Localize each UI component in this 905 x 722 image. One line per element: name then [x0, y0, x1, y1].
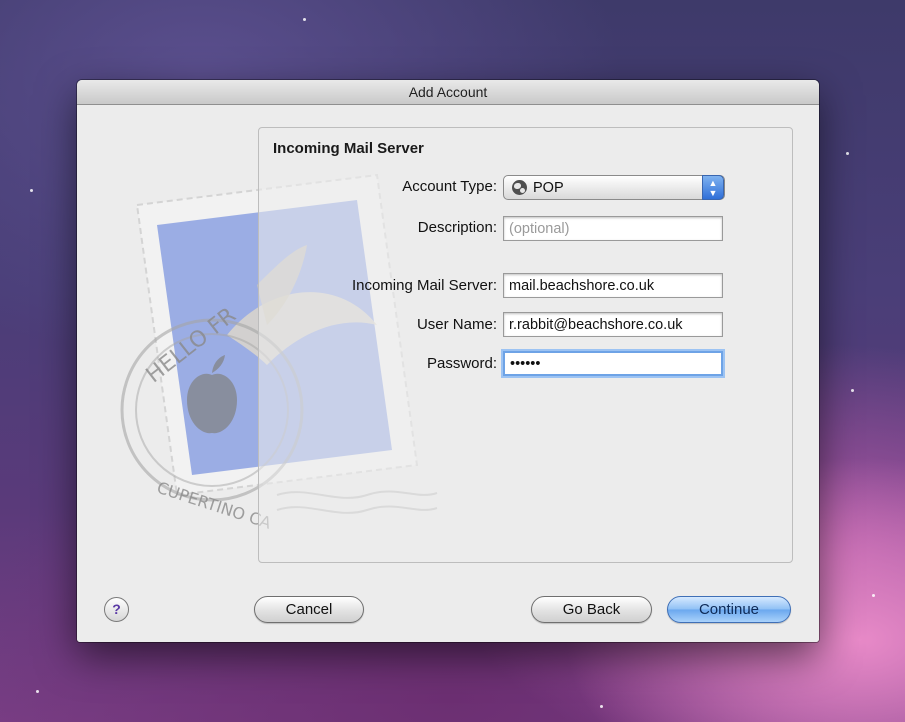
desktop-star	[851, 389, 854, 392]
desktop-star	[846, 152, 849, 155]
add-account-window: Add Account HELLO FR CUPERTINO CA Incomi…	[77, 80, 819, 642]
account-type-value: POP	[533, 179, 564, 196]
password-label: Password:	[426, 355, 497, 372]
account-type-label: Account Type:	[402, 178, 497, 195]
go-back-button[interactable]: Go Back	[531, 596, 652, 623]
incoming-server-label: Incoming Mail Server:	[351, 277, 497, 294]
desktop-star	[303, 18, 306, 21]
account-type-popup[interactable]: POP ▲ ▼	[503, 175, 725, 200]
user-name-field[interactable]	[503, 312, 723, 337]
window-title: Add Account	[77, 80, 819, 105]
description-label: Description:	[417, 219, 497, 236]
continue-button[interactable]: Continue	[667, 596, 791, 623]
desktop-star	[36, 690, 39, 693]
globe-icon	[512, 180, 527, 195]
help-button[interactable]: ?	[104, 597, 129, 622]
window-content: HELLO FR CUPERTINO CA Incoming Mail Serv…	[77, 105, 819, 642]
incoming-server-field[interactable]	[503, 273, 723, 298]
popup-arrows-icon: ▲ ▼	[702, 175, 724, 200]
section-heading: Incoming Mail Server	[273, 140, 424, 157]
desktop-star	[30, 189, 33, 192]
desktop-star	[600, 705, 603, 708]
cancel-button[interactable]: Cancel	[254, 596, 364, 623]
user-name-label: User Name:	[416, 316, 497, 333]
desktop-star	[872, 594, 875, 597]
description-field[interactable]	[503, 216, 723, 241]
password-field[interactable]	[503, 351, 723, 376]
